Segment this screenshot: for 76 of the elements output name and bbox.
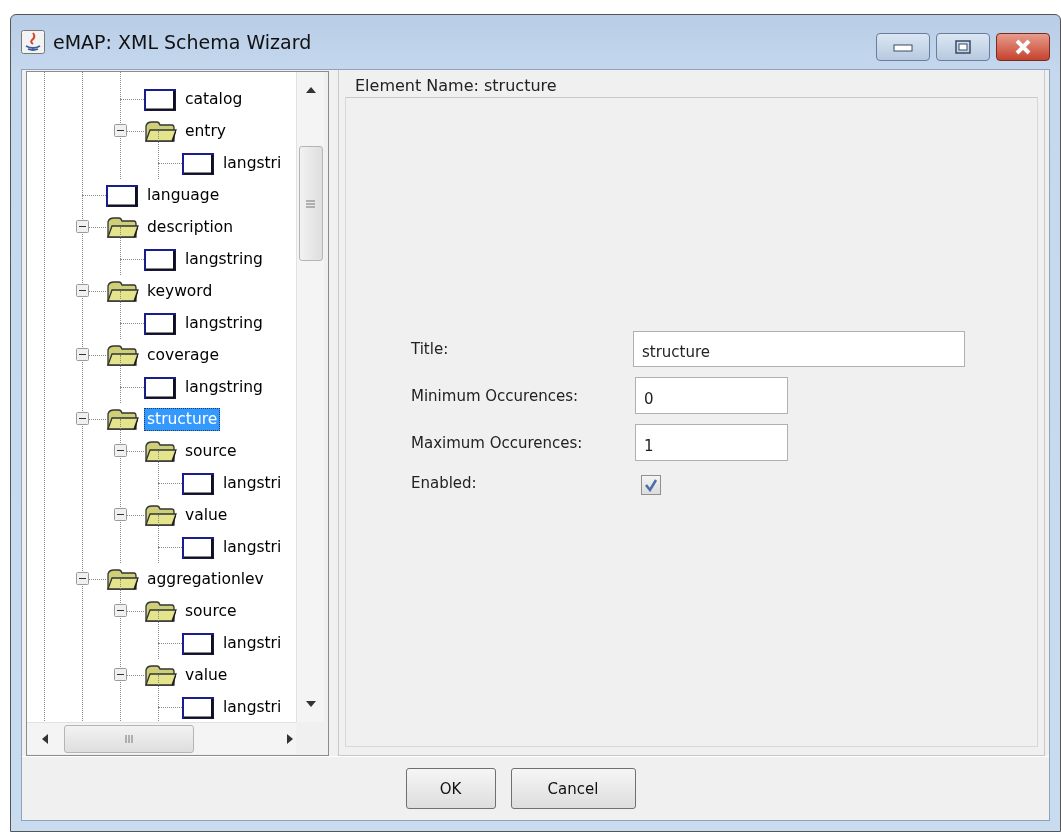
scroll-up-icon[interactable] [305, 86, 316, 94]
field-label: Title: [411, 340, 450, 358]
tree-item[interactable]: description [144, 216, 237, 239]
collapse-toggle[interactable] [76, 348, 89, 361]
tree-item[interactable]: aggregationlev [144, 568, 267, 591]
folder-icon [143, 600, 177, 624]
folder-icon [105, 280, 139, 304]
minimize-button[interactable] [876, 33, 930, 61]
maximize-icon [955, 40, 971, 54]
collapse-toggle[interactable] [76, 572, 89, 585]
tree-item[interactable]: langstring [182, 376, 266, 399]
element-icon [182, 153, 214, 175]
element-icon [182, 537, 214, 559]
ok-button[interactable]: OK [405, 768, 496, 809]
tree-item[interactable]: coverage [144, 344, 222, 367]
tree-item[interactable]: langstri [220, 696, 285, 719]
maximize-button[interactable] [936, 33, 990, 61]
folder-icon [105, 408, 139, 432]
field-label: Maximum Occurences: [411, 433, 584, 452]
tree-item[interactable]: langstri [220, 472, 285, 495]
element-icon [144, 313, 176, 335]
folder-icon [143, 664, 177, 688]
tree-item[interactable]: catalog [182, 88, 246, 111]
tree-item[interactable]: langstring [182, 312, 266, 335]
close-icon [1014, 39, 1032, 55]
element-icon [182, 473, 214, 495]
tree-item[interactable]: langstri [220, 152, 285, 175]
collapse-toggle[interactable] [114, 124, 127, 137]
collapse-toggle[interactable] [76, 412, 89, 425]
element-icon [144, 377, 176, 399]
tree-item[interactable]: value [182, 504, 231, 527]
vertical-scrollbar[interactable] [296, 72, 324, 722]
cancel-button[interactable]: Cancel [510, 768, 636, 809]
field-label: Enabled: [411, 474, 478, 492]
close-button[interactable] [996, 33, 1050, 61]
scroll-left-icon[interactable] [41, 733, 49, 744]
tree-item[interactable]: source [182, 440, 240, 463]
element-icon [182, 697, 214, 719]
enabled-checkbox[interactable] [641, 475, 661, 495]
collapse-toggle[interactable] [114, 444, 127, 457]
window-title: eMAP: XML Schema Wizard [53, 31, 313, 53]
folder-icon [143, 504, 177, 528]
text-field[interactable]: structure [633, 331, 965, 367]
group-title: Element Name: structure [354, 75, 558, 97]
tree-item[interactable]: entry [182, 120, 229, 143]
folder-icon [105, 568, 139, 592]
collapse-toggle[interactable] [114, 668, 127, 681]
horizontal-scrollbar[interactable] [27, 722, 296, 754]
collapse-toggle[interactable] [76, 284, 89, 297]
folder-icon [105, 344, 139, 368]
tree-item[interactable]: language [144, 184, 223, 207]
text-field[interactable]: 1 [635, 424, 788, 461]
scroll-down-icon[interactable] [305, 700, 316, 708]
tree-item[interactable]: langstri [220, 536, 285, 559]
scroll-thumb[interactable] [64, 724, 194, 753]
folder-icon [105, 216, 139, 240]
tree-item[interactable]: value [182, 664, 231, 687]
tree-item[interactable]: keyword [144, 280, 216, 303]
tree-item[interactable]: langstri [220, 632, 285, 655]
text-field[interactable]: 0 [635, 377, 788, 414]
element-icon [144, 89, 176, 111]
collapse-toggle[interactable] [114, 604, 127, 617]
minimize-icon [893, 42, 913, 52]
folder-icon [143, 120, 177, 144]
element-icon [144, 249, 176, 271]
element-icon [106, 185, 138, 207]
collapse-toggle[interactable] [114, 508, 127, 521]
folder-icon [143, 440, 177, 464]
field-label: Minimum Occurences: [411, 386, 579, 405]
tree-item[interactable]: source [182, 600, 240, 623]
app-icon [21, 30, 45, 54]
scroll-thumb[interactable] [298, 146, 323, 261]
scroll-right-icon[interactable] [286, 733, 294, 744]
element-icon [182, 633, 214, 655]
collapse-toggle[interactable] [76, 220, 89, 233]
tree-item[interactable]: langstring [182, 248, 266, 271]
